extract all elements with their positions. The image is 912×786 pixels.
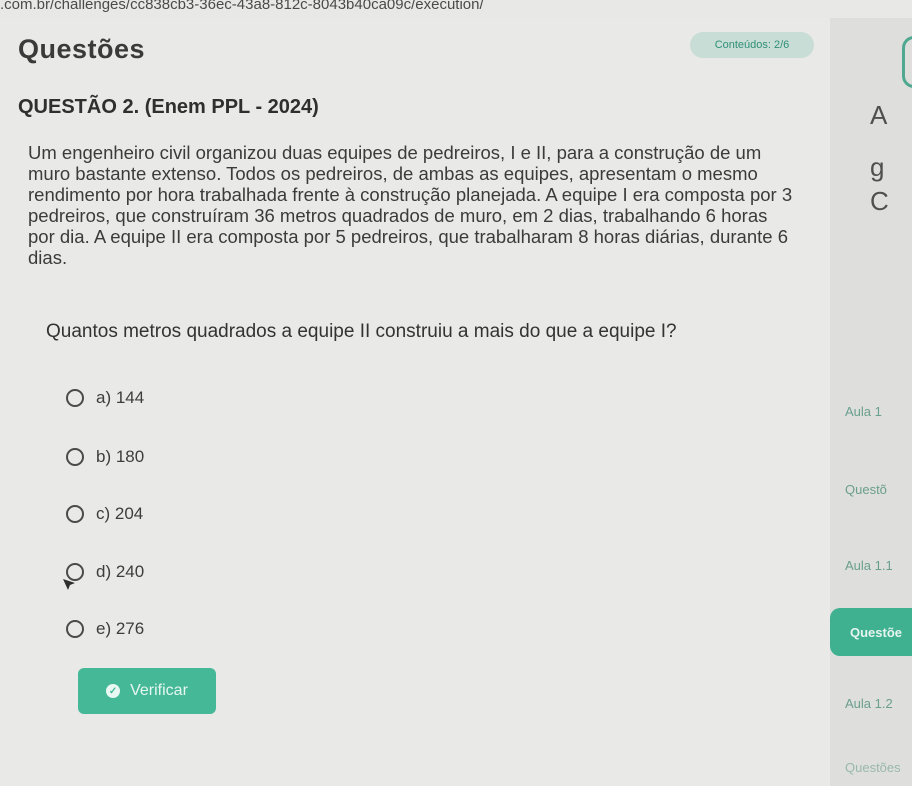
option-label: d) 240 (96, 562, 145, 581)
sidebar-item-aula-1[interactable]: Aula 1 (845, 404, 882, 419)
main-content: Questões Conteúdos: 2/6 QUESTÃO 2. (Enem… (0, 18, 830, 786)
sidebar-glyph: C (870, 186, 889, 216)
radio-icon[interactable] (66, 389, 84, 407)
option-a[interactable]: a) 144 (66, 386, 266, 410)
sidebar-item-aula-1-1[interactable]: Aula 1.1 (845, 558, 893, 573)
question-heading: QUESTÃO 2. (Enem PPL - 2024) (18, 96, 319, 118)
option-b[interactable]: b) 180 (66, 445, 266, 469)
page-title: Questões (18, 34, 146, 64)
option-e[interactable]: e) 276 (66, 617, 266, 641)
mouse-cursor-icon (63, 579, 75, 590)
option-label: a) 144 (96, 388, 145, 407)
sidebar-glyph: g (870, 152, 885, 182)
option-label: b) 180 (96, 447, 145, 466)
question-statement: Um engenheiro civil organizou duas equip… (28, 142, 793, 268)
option-c[interactable]: c) 204 (66, 502, 266, 526)
progress-badge: Conteúdos: 2/6 (690, 32, 814, 58)
collapse-toggle[interactable] (902, 36, 912, 88)
radio-icon[interactable] (66, 505, 84, 523)
course-sidebar: A g C Aula 1 Questõ Aula 1.1 Questõe Aul… (830, 18, 912, 786)
question-prompt: Quantos metros quadrados a equipe II con… (46, 321, 677, 342)
browser-url[interactable]: .com.br/challenges/cc838cb3-36ec-43a8-81… (0, 0, 912, 18)
option-d[interactable]: d) 240 (66, 560, 266, 584)
radio-icon[interactable] (66, 448, 84, 466)
option-label: c) 204 (96, 504, 144, 523)
radio-icon[interactable] (66, 620, 84, 638)
sidebar-item-questoes-active[interactable]: Questõe (830, 608, 912, 656)
sidebar-item-aula-1-2[interactable]: Aula 1.2 (845, 696, 893, 711)
verify-button[interactable]: ✓ Verificar (78, 668, 216, 714)
sidebar-item-questoes-1[interactable]: Questõ (845, 482, 887, 497)
option-label: e) 276 (96, 619, 145, 638)
sidebar-item-label: Questõe (850, 624, 903, 640)
sidebar-item-questoes-2[interactable]: Questões (845, 760, 901, 775)
verify-button-label: Verificar (130, 682, 188, 699)
sidebar-glyph: A (870, 100, 888, 130)
check-circle-icon: ✓ (106, 684, 121, 698)
